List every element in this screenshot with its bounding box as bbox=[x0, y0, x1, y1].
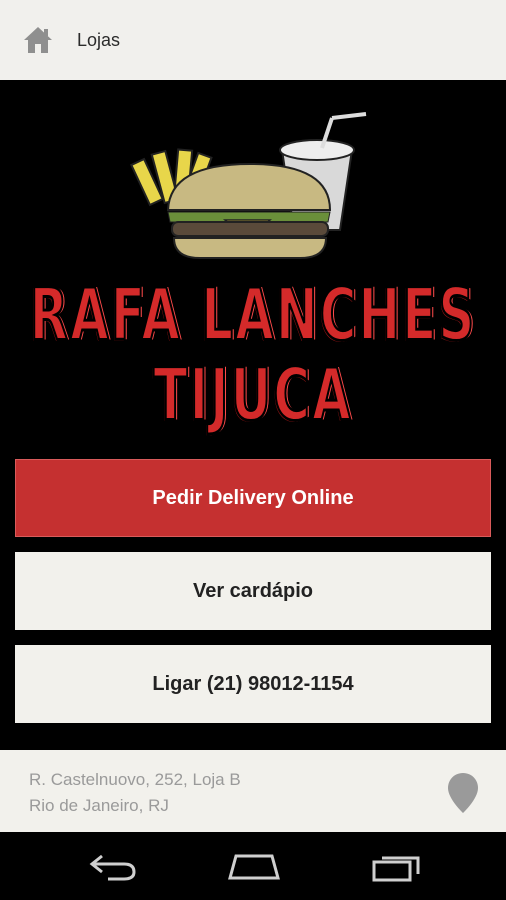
burger-illustration bbox=[130, 112, 367, 259]
recent-apps-icon[interactable] bbox=[370, 852, 422, 882]
address-bar[interactable] bbox=[0, 750, 506, 832]
view-menu-button[interactable]: Ver cardápio bbox=[15, 552, 491, 630]
page-title[interactable]: Lojas bbox=[77, 30, 120, 51]
address-city: Rio de Janeiro, RJ bbox=[29, 796, 169, 815]
top-bar: Lojas bbox=[0, 0, 506, 80]
home-icon[interactable] bbox=[22, 24, 54, 56]
back-icon[interactable] bbox=[88, 852, 138, 882]
map-pin-icon[interactable] bbox=[446, 772, 480, 814]
logo-title-line1: RAFA LANCHES bbox=[29, 272, 477, 359]
call-store-button[interactable]: Ligar (21) 98012-1154 bbox=[15, 645, 491, 723]
address-street: R. Castelnuovo, 252, Loja B bbox=[29, 770, 241, 789]
home-nav-icon[interactable] bbox=[226, 852, 282, 882]
store-logo: RAFA LANCHES TIJUCA bbox=[0, 80, 506, 450]
logo-title-line2: TIJUCA bbox=[152, 352, 353, 439]
order-delivery-button[interactable]: Pedir Delivery Online bbox=[15, 459, 491, 537]
